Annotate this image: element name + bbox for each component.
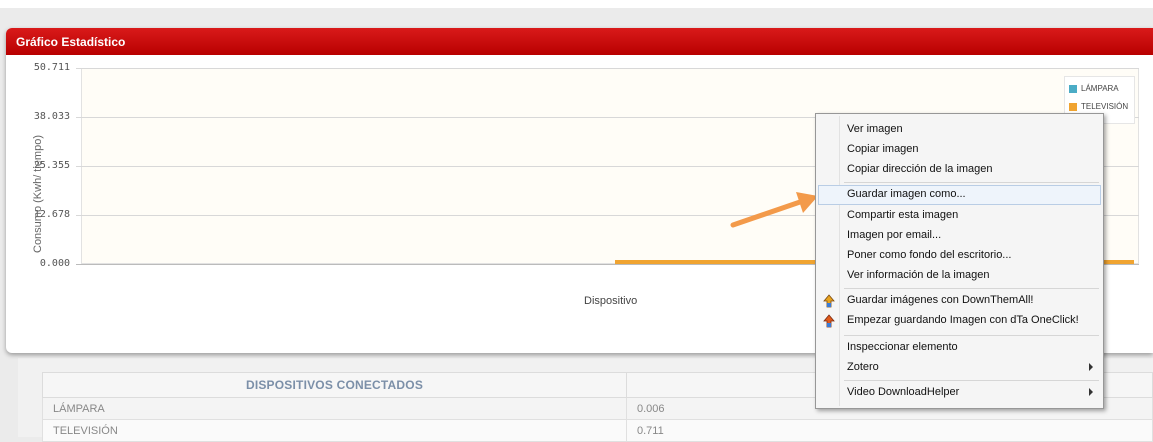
menu-item-save-image-as[interactable]: Guardar imagen como... <box>818 185 1101 205</box>
menu-item-label: Poner como fondo del escritorio... <box>847 249 1012 261</box>
menu-item-view-image[interactable]: Ver imagen <box>818 120 1101 140</box>
menu-item-email-image[interactable]: Imagen por email... <box>818 226 1101 246</box>
menu-item-video-downloadhelper[interactable]: Video DownloadHelper <box>818 383 1101 403</box>
submenu-arrow-icon <box>1089 363 1093 371</box>
menu-item-set-desktop-background[interactable]: Poner como fondo del escritorio... <box>818 246 1101 266</box>
menu-item-label: Zotero <box>847 361 879 373</box>
menu-item-label: Video DownloadHelper <box>847 386 960 398</box>
menu-item-dta-oneclick[interactable]: Empezar guardando Imagen con dTa OneClic… <box>818 311 1101 331</box>
menu-item-label: Ver imagen <box>847 123 903 135</box>
menu-item-label: Compartir esta imagen <box>847 209 959 221</box>
menu-item-label: Ver información de la imagen <box>847 269 990 281</box>
menu-separator <box>844 380 1099 381</box>
dta-oneclick-icon <box>823 314 835 328</box>
menu-separator <box>844 288 1099 289</box>
menu-item-label: Guardar imagen como... <box>847 188 966 200</box>
menu-item-copy-image-address[interactable]: Copiar dirección de la imagen <box>818 160 1101 180</box>
menu-item-label: Copiar imagen <box>847 143 919 155</box>
downthemall-icon <box>823 294 835 308</box>
menu-item-share-image[interactable]: Compartir esta imagen <box>818 206 1101 226</box>
menu-item-downthemall[interactable]: Guardar imágenes con DownThemAll! <box>818 291 1101 311</box>
menu-item-label: Guardar imágenes con DownThemAll! <box>847 294 1034 306</box>
submenu-arrow-icon <box>1089 388 1093 396</box>
menu-item-label: Empezar guardando Imagen con dTa OneClic… <box>847 314 1079 326</box>
context-menu: Ver imagen Copiar imagen Copiar direcció… <box>815 113 1104 409</box>
menu-separator <box>844 182 1099 183</box>
menu-item-label: Imagen por email... <box>847 229 942 241</box>
menu-item-zotero[interactable]: Zotero <box>818 358 1101 378</box>
menu-item-copy-image[interactable]: Copiar imagen <box>818 140 1101 160</box>
menu-item-label: Inspeccionar elemento <box>847 341 958 353</box>
menu-item-view-image-info[interactable]: Ver información de la imagen <box>818 266 1101 286</box>
menu-item-inspect-element[interactable]: Inspeccionar elemento <box>818 338 1101 358</box>
menu-item-label: Copiar dirección de la imagen <box>847 163 993 175</box>
menu-separator <box>844 335 1099 336</box>
